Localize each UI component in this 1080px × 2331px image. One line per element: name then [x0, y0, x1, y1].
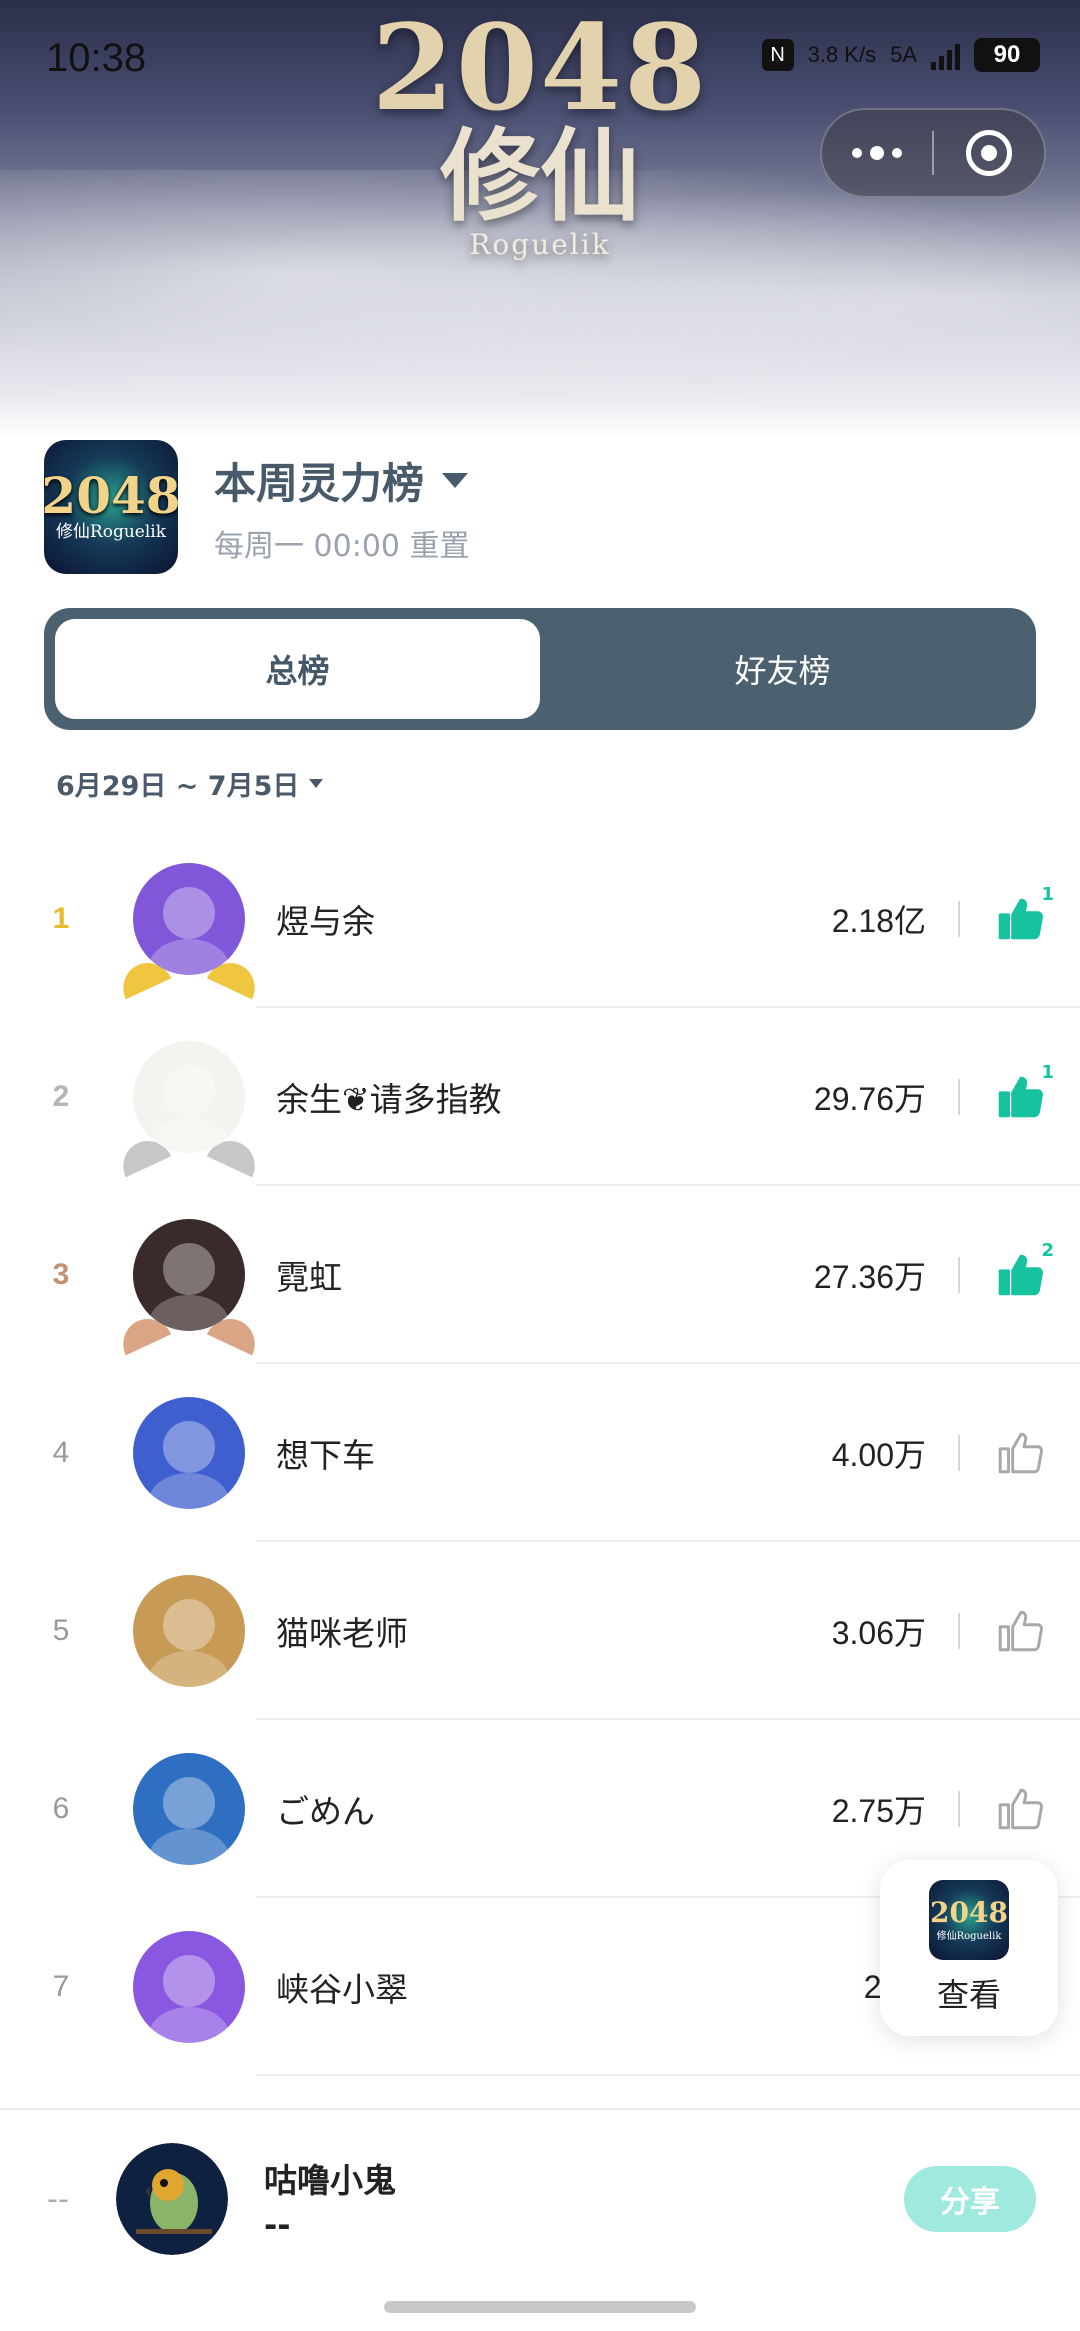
mini-icon-number: 2048 [930, 1895, 1008, 1929]
home-indicator[interactable] [384, 2301, 696, 2313]
player-name: 峡谷小翠 [276, 1970, 408, 2009]
like-button[interactable] [996, 1606, 1046, 1656]
player-score: 2.75万 [831, 1793, 926, 1829]
rank-number: 2 [52, 1080, 70, 1113]
rank-number: 5 [52, 1614, 70, 1647]
thumbs-up-icon [998, 1610, 1043, 1652]
like-button[interactable] [996, 1428, 1046, 1478]
avatar-frame [114, 1208, 264, 1356]
avatar[interactable] [133, 1931, 245, 2043]
caret-down-icon [442, 472, 469, 488]
avatar-frame [114, 852, 264, 1000]
rank-number: 3 [52, 1258, 70, 1291]
avatar-frame [122, 1742, 256, 1876]
like-button[interactable]: 1 [996, 1062, 1054, 1122]
avatar[interactable] [133, 1575, 245, 1687]
player-score: 4.00万 [831, 1437, 926, 1473]
caret-down-icon [309, 779, 324, 788]
reset-note: 每周一 00:00 重置 [214, 528, 470, 564]
date-range-label: 6月29日 ~ 7月5日 [56, 771, 300, 802]
view-float-button[interactable]: 2048 修仙Roguelik 查看 [880, 1860, 1058, 2036]
board-header: 2048 修仙Roguelik 本周灵力榜 每周一 00:00 重置 [44, 440, 1044, 574]
player-name: 余生❦请多指教 [276, 1080, 502, 1119]
tab-overall[interactable]: 总榜 [55, 619, 540, 719]
mini-icon-text: 修仙Roguelik [936, 1930, 1002, 1942]
divider [958, 901, 960, 937]
target-icon [965, 130, 1012, 176]
thumbs-up-icon [998, 898, 1043, 940]
share-button[interactable]: 分享 [904, 2166, 1036, 2232]
dot-icon [870, 146, 884, 160]
rank-number: 1 [52, 902, 70, 935]
avatar-frame [114, 1030, 264, 1178]
rank-number: 6 [52, 1792, 70, 1825]
list-item[interactable]: 4 想下车 4.00万 [0, 1364, 1080, 1542]
dot-icon [892, 148, 902, 158]
avatar[interactable] [133, 1219, 245, 1331]
app-icon: 2048 修仙Roguelik [929, 1880, 1009, 1960]
player-name: 霓虹 [276, 1258, 342, 1297]
header-text: 本周灵力榜 每周一 00:00 重置 [214, 450, 470, 565]
rank-number: 4 [52, 1436, 70, 1469]
game-title-sub: Roguelik [469, 228, 611, 261]
divider [958, 1435, 960, 1471]
like-count: 1 [1041, 1062, 1054, 1083]
miniprogram-capsule [820, 108, 1046, 198]
my-rank: -- [47, 2181, 69, 2217]
close-miniprogram-button[interactable] [934, 130, 1044, 176]
my-score: -- [264, 2206, 291, 2244]
avatar-frame [122, 1564, 256, 1698]
list-item[interactable]: 5 猫咪老师 3.06万 [0, 1542, 1080, 1720]
app-icon: 2048 修仙Roguelik [44, 440, 178, 574]
divider [958, 1257, 960, 1293]
thumbs-up-icon [998, 1254, 1043, 1296]
more-options-button[interactable] [822, 146, 932, 160]
like-button[interactable]: 2 [996, 1240, 1054, 1300]
app-icon-number: 2048 [44, 466, 178, 525]
player-score: 3.06万 [831, 1615, 926, 1651]
my-avatar [116, 2143, 228, 2255]
divider [958, 1791, 960, 1827]
divider [958, 1613, 960, 1649]
ranking-tabs: 总榜 好友榜 [44, 608, 1036, 730]
list-item[interactable]: 2 余生❦请多指教 29.76万 1 [0, 1008, 1080, 1186]
thumbs-up-icon [998, 1076, 1043, 1118]
like-count: 1 [1041, 884, 1054, 905]
board-title-selector[interactable]: 本周灵力榜 [214, 450, 470, 511]
board-title: 本周灵力榜 [214, 458, 425, 508]
avatar-frame [122, 1920, 256, 2054]
player-name: 想下车 [276, 1436, 375, 1475]
player-score: 29.76万 [813, 1081, 926, 1117]
player-name: 煜与余 [276, 902, 375, 941]
list-item[interactable]: 3 霓虹 27.36万 2 [0, 1186, 1080, 1364]
dot-icon [852, 148, 862, 158]
my-info: 咕噜小鬼 -- [264, 2154, 904, 2244]
avatar[interactable] [133, 1753, 245, 1865]
view-label: 查看 [936, 1976, 1001, 2014]
list-item[interactable]: 1 煜与余 2.18亿 1 [0, 830, 1080, 1008]
my-name: 咕噜小鬼 [264, 2161, 396, 2200]
avatar[interactable] [133, 1397, 245, 1509]
player-score: 27.36万 [813, 1259, 926, 1295]
avatar-frame [122, 1386, 256, 1520]
thumbs-up-icon [998, 1432, 1043, 1474]
tab-friends[interactable]: 好友榜 [540, 619, 1025, 719]
like-count: 2 [1041, 1240, 1054, 1261]
rank-number: 7 [52, 1970, 70, 2003]
avatar[interactable] [133, 863, 245, 975]
date-range-selector[interactable]: 6月29日 ~ 7月5日 [56, 764, 324, 803]
divider [958, 1079, 960, 1115]
player-score: 2.18亿 [831, 903, 926, 939]
like-button[interactable]: 1 [996, 884, 1054, 944]
app-icon-text: 修仙Roguelik [55, 522, 167, 542]
player-name: 猫咪老师 [276, 1614, 408, 1653]
thumbs-up-icon [998, 1788, 1043, 1830]
like-button[interactable] [996, 1784, 1046, 1834]
avatar[interactable] [133, 1041, 245, 1153]
player-name: ごめん [276, 1792, 375, 1831]
my-rank-row: -- 咕噜小鬼 -- 分享 [0, 2108, 1080, 2288]
game-banner: 10:38 N 3.8 K/s 5A 90 2048 修仙 Roguelik [0, 0, 1080, 440]
